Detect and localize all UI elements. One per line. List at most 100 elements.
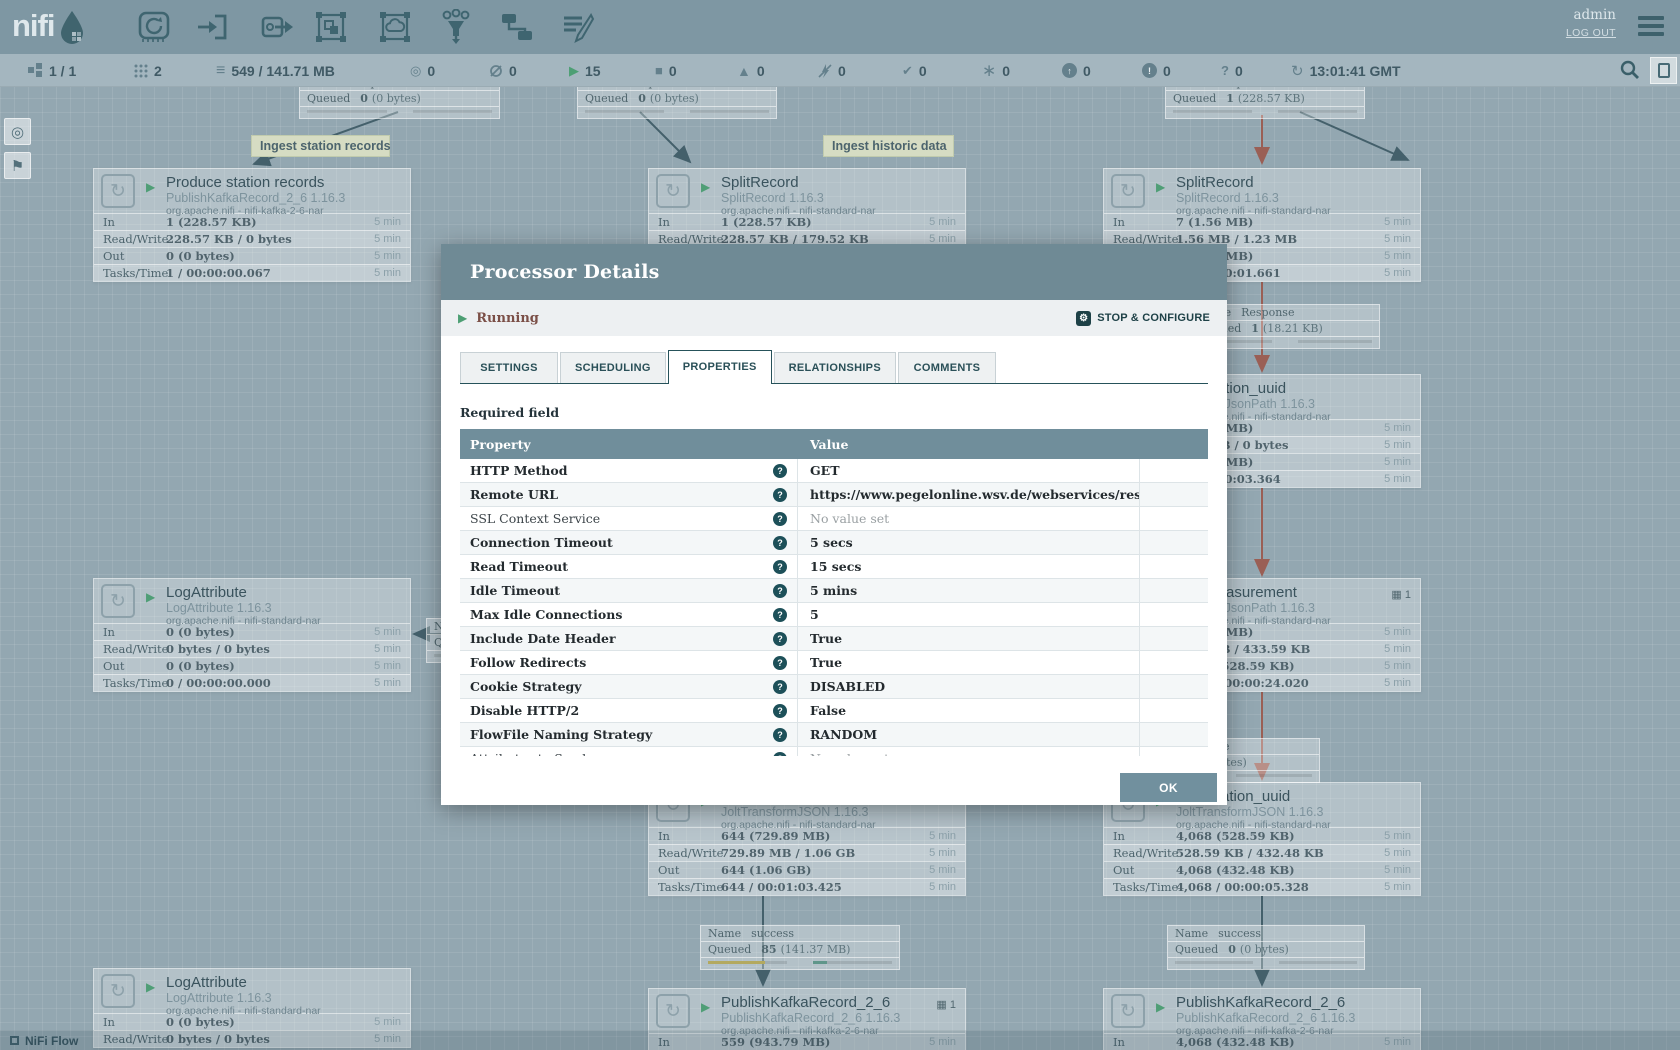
tab-relationships[interactable]: RELATIONSHIPS <box>774 352 896 383</box>
stat-row: Read/Write528.59 KB / 432.48 KB5 min <box>1104 844 1420 861</box>
connection-line <box>1300 112 1408 160</box>
output-port-icon[interactable] <box>259 8 297 46</box>
remote-process-group-icon[interactable] <box>376 8 414 46</box>
up-to-date-icon: ✔ <box>902 63 913 79</box>
help-icon[interactable]: ? <box>773 680 787 694</box>
navigate-icon: ◎ <box>11 123 24 141</box>
summary-panel-toggle[interactable] <box>1650 57 1677 84</box>
status-value: 0 <box>838 63 846 79</box>
stat-row: Out0 (0 bytes)5 min <box>94 657 410 674</box>
status-value: 0 <box>669 63 677 79</box>
help-icon[interactable]: ? <box>773 560 787 574</box>
stop-and-configure-button[interactable]: ⚙ STOP & CONFIGURE <box>1076 311 1210 326</box>
property-name: Cookie Strategy? <box>460 675 798 698</box>
processor-icon[interactable] <box>135 8 173 46</box>
processor[interactable]: ↻▶LogAttributeLogAttribute 1.16.3org.apa… <box>93 578 411 692</box>
help-icon[interactable]: ? <box>773 488 787 502</box>
navigate-palette-button[interactable]: ◎ <box>4 118 31 145</box>
queue-progress-bars <box>1166 107 1364 118</box>
stopped-icon: ■ <box>655 63 663 78</box>
stat-row: Read/Write729.89 MB / 1.06 GB5 min <box>649 844 965 861</box>
tab-properties[interactable]: PROPERTIES <box>668 350 772 384</box>
queue-progress-bars <box>1168 958 1364 969</box>
processor[interactable]: ↻▶Produce station recordsPublishKafkaRec… <box>93 168 411 282</box>
property-row: HTTP Method?GET <box>460 459 1208 483</box>
status-bar: 1 / 12≡549 / 141.71 MB◎00▶15■0▲00✔0∗0↑0!… <box>0 54 1680 87</box>
stat-row: Tasks/Time4,068 / 00:00:05.3285 min <box>1104 878 1420 895</box>
help-icon[interactable]: ? <box>773 752 787 757</box>
locally-modified-icon: ∗ <box>982 66 996 76</box>
tab-scheduling[interactable]: SCHEDULING <box>560 352 666 383</box>
modified-stale-icon: ! <box>1142 63 1157 78</box>
global-menu-icon[interactable] <box>1638 16 1664 40</box>
status-item: ↑0 <box>1062 54 1091 87</box>
refresh-icon[interactable]: ↻ <box>1291 62 1304 80</box>
processor-stamp-icon: ↻ <box>1111 174 1145 208</box>
property-row: SSL Context Service?No value set <box>460 507 1208 531</box>
processor-type: SplitRecord 1.16.3 <box>721 191 965 205</box>
running-icon: ▶ <box>146 980 155 994</box>
breadcrumb-bar: NiFi Flow <box>0 1030 1680 1050</box>
help-icon[interactable]: ? <box>773 728 787 742</box>
status-value: 0 <box>1002 63 1010 79</box>
status-item: ✔0 <box>902 54 927 87</box>
breadcrumb[interactable]: NiFi Flow <box>25 1034 78 1048</box>
ok-button[interactable]: OK <box>1120 773 1217 802</box>
property-row: Attributes to Send?No value set <box>460 747 1208 756</box>
help-icon[interactable]: ? <box>773 656 787 670</box>
processor-stamp-icon: ↻ <box>101 974 135 1008</box>
tab-settings[interactable]: SETTINGS <box>460 352 558 383</box>
status-item: 0 <box>489 54 517 87</box>
stat-row: Tasks/Time644 / 00:01:03.4255 min <box>649 878 965 895</box>
help-icon[interactable]: ? <box>773 632 787 646</box>
help-icon[interactable]: ? <box>773 584 787 598</box>
logout-link[interactable]: LOG OUT <box>1566 27 1616 39</box>
clock-text: 13:01:41 GMT <box>1310 63 1401 79</box>
funnel-icon[interactable] <box>437 8 475 46</box>
status-value: 2 <box>154 63 162 79</box>
queue-progress-bars <box>701 958 899 969</box>
processor-bundle: org.apache.nifi - nifi-standard-nar <box>721 819 965 831</box>
input-port-icon[interactable] <box>194 8 232 46</box>
property-row: Remote URL?https://www.pegelonline.wsv.d… <box>460 483 1208 507</box>
property-name: Include Date Header? <box>460 627 798 650</box>
template-icon[interactable] <box>498 8 536 46</box>
property-name: Connection Timeout? <box>460 531 798 554</box>
status-value: 15 <box>585 63 601 79</box>
active-thread-badge: ▦ 1 <box>936 998 956 1011</box>
status-value: 0 <box>1163 63 1171 79</box>
label-icon[interactable] <box>559 8 597 46</box>
status-item: ?0 <box>1221 54 1243 87</box>
run-status-label: Running <box>476 311 539 326</box>
process-group-icon[interactable] <box>312 8 350 46</box>
help-icon[interactable]: ? <box>773 536 787 550</box>
processor-name: LogAttribute <box>166 579 410 601</box>
connection-queued-row: Queued0(0 bytes) <box>578 91 776 107</box>
connection-line <box>640 112 690 162</box>
connection-label[interactable]: NamesuccessQueued0(0 bytes) <box>1167 925 1365 970</box>
status-value: 0 <box>1235 63 1243 79</box>
help-icon[interactable]: ? <box>773 704 787 718</box>
status-value: 549 / 141.71 MB <box>231 63 335 79</box>
running-icon: ▶ <box>146 180 155 194</box>
search-icon[interactable] <box>1618 58 1642 87</box>
properties-table: Property Value HTTP Method?GETRemote URL… <box>460 429 1208 756</box>
processor-name: SplitRecord <box>721 169 965 191</box>
connection-label[interactable]: NamesuccessQueued85(141.37 MB) <box>700 925 900 970</box>
help-icon[interactable]: ? <box>773 464 787 478</box>
canvas-label[interactable]: Ingest station records <box>251 135 390 157</box>
help-icon[interactable]: ? <box>773 512 787 526</box>
tab-comments[interactable]: COMMENTS <box>898 352 996 383</box>
operate-palette-button[interactable]: ⚑ <box>4 152 31 179</box>
property-row: Cookie Strategy?DISABLED <box>460 675 1208 699</box>
top-toolbar: nifi admin LOG OUT <box>0 0 1680 54</box>
help-icon[interactable]: ? <box>773 608 787 622</box>
panel-icon <box>1658 63 1670 78</box>
property-value: False <box>798 699 1140 722</box>
canvas-label[interactable]: Ingest historic data <box>823 135 954 157</box>
processor-name: LogAttribute <box>166 969 410 991</box>
status-item: ■0 <box>655 54 677 87</box>
nifi-logo: nifi <box>12 8 89 48</box>
property-value: RANDOM <box>798 723 1140 746</box>
property-value: 5 <box>798 603 1140 626</box>
